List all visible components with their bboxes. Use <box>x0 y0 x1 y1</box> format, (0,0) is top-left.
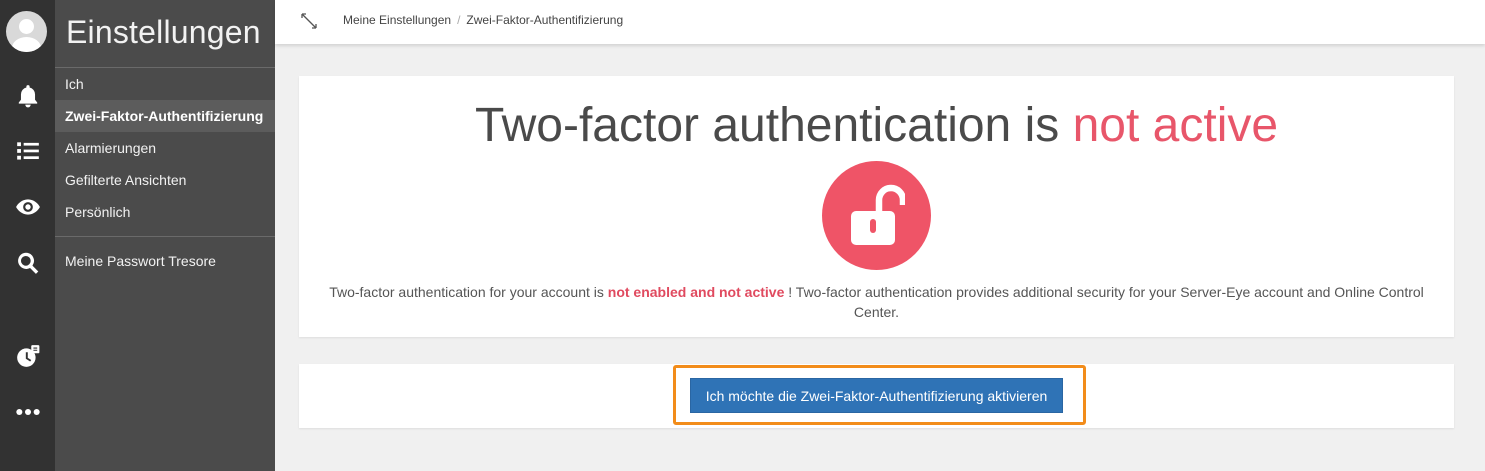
unlocked-icon <box>822 161 931 270</box>
expand-icon[interactable] <box>299 11 319 31</box>
bell-icon[interactable] <box>0 76 55 116</box>
description-state: not enabled and not active <box>607 284 785 300</box>
description-suffix: ! Two-factor authentication provides add… <box>788 284 1424 320</box>
sidebar-title: Einstellungen <box>66 14 261 50</box>
breadcrumb-item-current: Zwei-Faktor-Authentifizierung <box>466 13 624 27</box>
breadcrumb-item-settings[interactable]: Meine Einstellungen <box>343 13 451 27</box>
activate-two-factor-button[interactable]: Ich möchte die Zwei-Faktor-Authentifizie… <box>690 378 1063 413</box>
headline-state: not active <box>1072 99 1279 152</box>
description-prefix: Two-factor authentication for your accou… <box>329 284 604 300</box>
status-description: Two-factor authentication for your accou… <box>329 282 1424 322</box>
icon-bar <box>0 0 55 471</box>
clock-badge-icon[interactable] <box>0 336 55 376</box>
sidebar-item-gefilterte-ansichten[interactable]: Gefilterte Ansichten <box>55 164 275 196</box>
sidebar-item-two-factor[interactable]: Zwei-Faktor-Authentifizierung <box>55 100 275 132</box>
status-headline: Two-factor authentication is not active <box>299 98 1454 153</box>
search-icon[interactable] <box>0 243 55 283</box>
sidebar-divider <box>55 236 275 237</box>
settings-sidebar: Einstellungen Ich Zwei-Faktor-Authentifi… <box>55 0 275 471</box>
breadcrumb-separator: / <box>457 13 461 27</box>
breadcrumb: Meine Einstellungen / Zwei-Faktor-Authen… <box>343 13 623 27</box>
sidebar-item-alarmierungen[interactable]: Alarmierungen <box>55 132 275 164</box>
top-bar: Meine Einstellungen / Zwei-Faktor-Authen… <box>275 0 1485 44</box>
sidebar-item-passwort-tresore[interactable]: Meine Passwort Tresore <box>55 245 275 277</box>
sidebar-item-persoenlich[interactable]: Persönlich <box>55 196 275 228</box>
status-card: Two-factor authentication is not active … <box>299 76 1454 337</box>
user-avatar-icon[interactable] <box>6 11 47 52</box>
list-icon[interactable] <box>0 131 55 171</box>
more-dots-icon[interactable] <box>0 392 55 432</box>
sidebar-item-ich[interactable]: Ich <box>55 68 275 100</box>
headline-prefix: Two-factor authentication is <box>474 99 1060 152</box>
eye-icon[interactable] <box>0 187 55 227</box>
